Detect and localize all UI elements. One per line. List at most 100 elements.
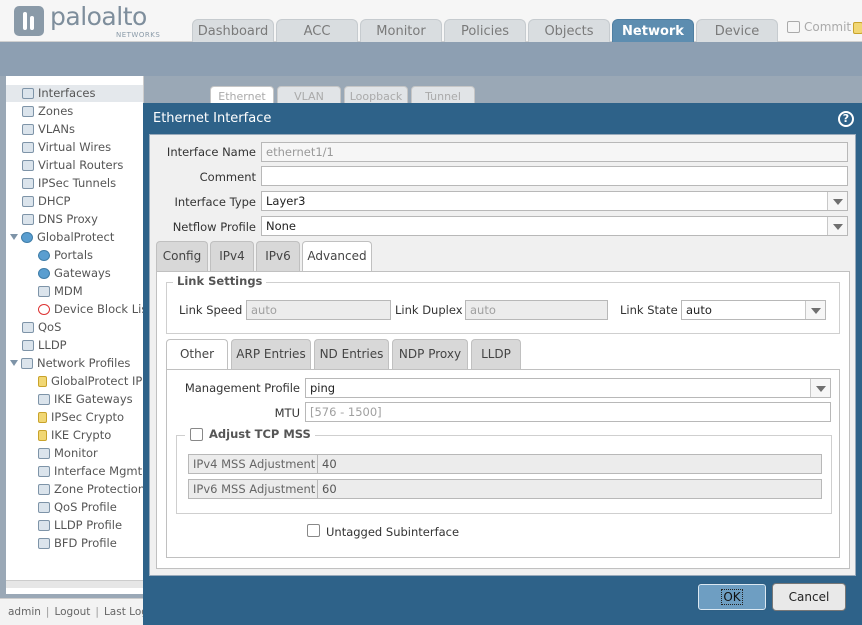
sidebar-item-monitor[interactable]: Monitor <box>6 445 143 462</box>
netflow-profile-select[interactable]: None <box>261 216 848 236</box>
sidebar-item-qos-profile[interactable]: QoS Profile <box>6 499 143 516</box>
gateways-icon <box>38 268 50 279</box>
interface-name-label: Interface Name <box>166 145 256 159</box>
sidebar-item-label: MDM <box>54 284 83 298</box>
advanced-panel: Link Settings Link Speed auto Link Duple… <box>156 271 850 569</box>
sidebar-item-dhcp[interactable]: DHCP <box>6 193 143 210</box>
sidebar-item-label: VLANs <box>38 122 75 136</box>
tab-ipv6[interactable]: IPv6 <box>256 241 300 271</box>
adjust-tcp-mss-label: Adjust TCP MSS <box>209 427 311 441</box>
sidebar-scrollbar[interactable] <box>6 580 143 588</box>
sidebar-item-label: LLDP <box>38 338 67 352</box>
tab-network[interactable]: Network <box>612 19 694 42</box>
logout-link[interactable]: Logout <box>54 606 90 618</box>
ipv6-mss-field[interactable]: 60 <box>317 479 822 499</box>
sidebar-item-ike-gateways[interactable]: IKE Gateways <box>6 391 143 408</box>
zones-icon <box>22 106 34 117</box>
lock-icon <box>38 376 47 387</box>
tab-config[interactable]: Config <box>156 241 208 271</box>
device-block-icon <box>38 304 50 315</box>
adjust-tcp-mss-checkbox[interactable] <box>190 428 203 441</box>
sidebar-item-label: LLDP Profile <box>54 518 123 532</box>
interface-name-field: ethernet1/1 <box>261 142 848 162</box>
dhcp-icon <box>22 196 34 207</box>
expand-toggle-icon[interactable] <box>10 234 18 240</box>
sidebar-item-ike-crypto[interactable]: IKE Crypto <box>6 427 143 444</box>
link-duplex-field[interactable]: auto <box>465 300 608 320</box>
help-icon[interactable]: ? <box>838 111 854 127</box>
sidebar-item-qos[interactable]: QoS <box>6 319 143 336</box>
sidebar-item-label: IKE Crypto <box>51 428 112 442</box>
interface-type-select[interactable]: Layer3 <box>261 191 848 211</box>
ipv4-mss-label: IPv4 MSS Adjustment <box>188 454 318 474</box>
sidebar-item-interfaces[interactable]: Interfaces <box>6 85 143 102</box>
ok-button[interactable]: OK <box>697 583 767 611</box>
tab-nd-entries[interactable]: ND Entries <box>314 339 389 369</box>
sidebar-item-zones[interactable]: Zones <box>6 103 143 120</box>
sidebar-item-zone-protection[interactable]: Zone Protection <box>6 481 143 498</box>
chevron-down-icon[interactable] <box>827 192 847 210</box>
ipsec-tunnels-icon <box>22 178 34 189</box>
comment-field[interactable] <box>261 166 848 186</box>
tab-lldp[interactable]: LLDP <box>471 339 521 369</box>
chevron-down-icon[interactable] <box>810 379 830 397</box>
netflow-profile-value: None <box>266 219 297 233</box>
tab-ipv4[interactable]: IPv4 <box>210 241 254 271</box>
config-lock-icon[interactable] <box>853 22 862 34</box>
logo-wordmark: paloalto <box>50 2 147 31</box>
sidebar-item-mdm[interactable]: MDM <box>6 283 143 300</box>
sidebar-item-lldp-profile[interactable]: LLDP Profile <box>6 517 143 534</box>
expand-toggle-icon[interactable] <box>10 360 18 366</box>
link-duplex-label: Link Duplex <box>395 303 463 317</box>
sidebar-item-globalprotect[interactable]: GlobalProtect <box>6 229 143 246</box>
monitor-icon <box>38 448 50 459</box>
tab-objects[interactable]: Objects <box>528 19 610 42</box>
sidebar-item-label: IKE Gateways <box>54 392 133 406</box>
top-header: paloalto NETWORKS Dashboard ACC Monitor … <box>0 0 862 42</box>
tab-acc[interactable]: ACC <box>276 19 358 42</box>
sidebar-item-lldp[interactable]: LLDP <box>6 337 143 354</box>
untagged-subinterface-checkbox[interactable] <box>307 524 320 537</box>
commit-button[interactable]: Commit <box>787 20 851 34</box>
sidebar-item-label: Virtual Routers <box>38 158 124 172</box>
sidebar-item-portals[interactable]: Portals <box>6 247 143 264</box>
virtual-wires-icon <box>22 142 34 153</box>
sidebar-item-interface-mgmt[interactable]: Interface Mgmt <box>6 463 143 480</box>
bfd-profile-icon <box>38 538 50 549</box>
chevron-down-icon[interactable] <box>805 301 825 319</box>
sidebar-item-network-profiles[interactable]: Network Profiles <box>6 355 143 372</box>
adjust-tcp-mss-legend: Adjust TCP MSS <box>185 427 315 445</box>
lock-icon <box>38 430 47 441</box>
tab-other-info[interactable]: Other Info <box>166 339 228 390</box>
link-speed-field[interactable]: auto <box>246 300 391 320</box>
sidebar-item-label: Monitor <box>54 446 98 460</box>
ipv4-mss-field[interactable]: 40 <box>317 454 822 474</box>
tab-arp-entries[interactable]: ARP Entries <box>231 339 311 369</box>
sidebar-item-vlans[interactable]: VLANs <box>6 121 143 138</box>
sidebar-item-ipsec-crypto[interactable]: IPSec Crypto <box>6 409 143 426</box>
sidebar-item-ipsec-tunnels[interactable]: IPSec Tunnels <box>6 175 143 192</box>
sidebar-item-virtual-wires[interactable]: Virtual Wires <box>6 139 143 156</box>
tab-dashboard[interactable]: Dashboard <box>192 19 274 42</box>
sidebar-item-label: QoS <box>38 320 62 334</box>
sidebar-item-label: Zones <box>38 104 74 118</box>
tab-monitor[interactable]: Monitor <box>360 19 442 42</box>
sidebar-item-device-block-list[interactable]: Device Block List <box>6 301 143 318</box>
tab-advanced[interactable]: Advanced <box>302 241 372 272</box>
sidebar-item-bfd-profile[interactable]: BFD Profile <box>6 535 143 552</box>
cancel-button[interactable]: Cancel <box>772 583 846 611</box>
sidebar-item-dns-proxy[interactable]: DNS Proxy <box>6 211 143 228</box>
dns-proxy-icon <box>22 214 34 225</box>
tab-device[interactable]: Device <box>696 19 778 42</box>
chevron-down-icon[interactable] <box>827 217 847 235</box>
tab-ndp-proxy[interactable]: NDP Proxy <box>392 339 468 369</box>
tab-policies[interactable]: Policies <box>444 19 526 42</box>
paloalto-logo-mark-icon <box>14 6 44 36</box>
sidebar-item-label: GlobalProtect <box>37 230 115 244</box>
sidebar-item-globalprotect-ipsec-crypto[interactable]: GlobalProtect IPSec Crypto <box>6 373 143 390</box>
sidebar-item-virtual-routers[interactable]: Virtual Routers <box>6 157 143 174</box>
link-state-select[interactable]: auto <box>681 300 826 320</box>
management-profile-select[interactable]: ping <box>305 378 831 398</box>
sidebar-item-gateways[interactable]: Gateways <box>6 265 143 282</box>
mtu-field[interactable]: [576 - 1500] <box>305 402 831 422</box>
